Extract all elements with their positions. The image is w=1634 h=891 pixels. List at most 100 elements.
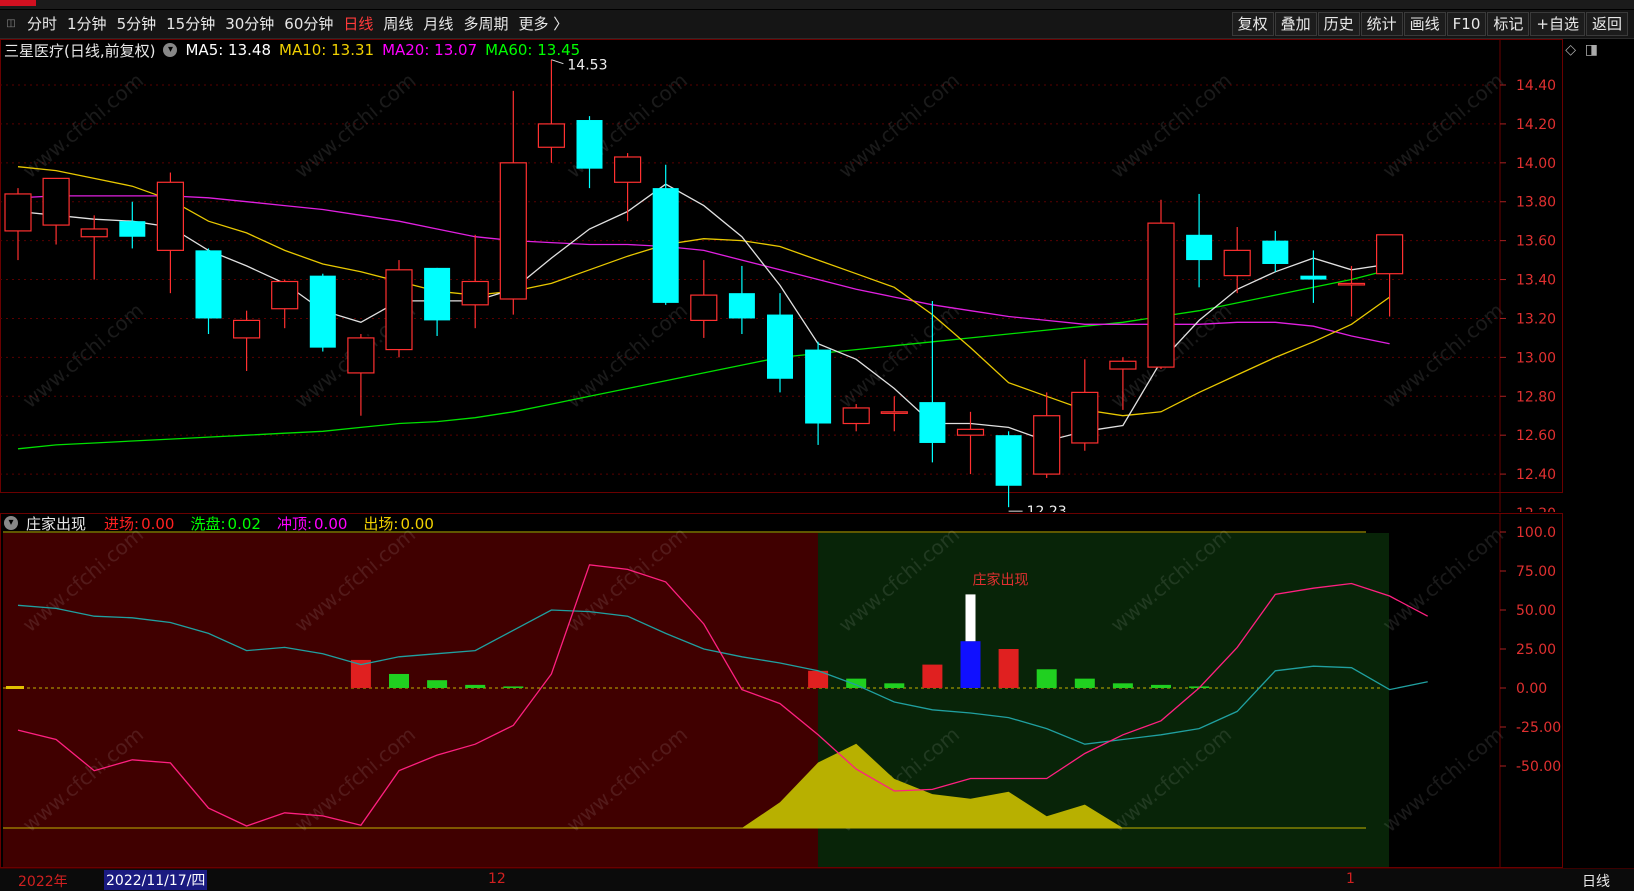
signal-bar: [965, 594, 976, 642]
main-legend: 三星医疗(日线,前复权) ▾ MA5: 13.48 MA10: 13.31 MA20…: [4, 39, 596, 61]
tool-button-4[interactable]: 画线: [1403, 12, 1446, 36]
candle: [842, 404, 870, 432]
candlestick-chart[interactable]: 14.40 14.20 14.00 13.80 13.60 13.40 13.20 13.00…: [0, 39, 1634, 512]
low-marker-label: 12.23: [1027, 504, 1067, 512]
tool-button-0[interactable]: 复权: [1231, 12, 1274, 36]
candle: [195, 248, 222, 335]
tool-button-2[interactable]: 历史: [1317, 12, 1360, 36]
price-tick-label: 13.80: [1516, 195, 1556, 211]
price-tick-label: 12.60: [1516, 428, 1556, 444]
diamond-icon[interactable]: ◇: [1565, 42, 1576, 58]
period-tab-10[interactable]: 更多 〉: [513, 10, 573, 38]
sub-legend-value-2: 0.00: [314, 514, 348, 533]
indicator-bar: [998, 649, 1019, 688]
indicator-chart[interactable]: 100.0 75.00 50.00 25.00 0.00 -25.00 -50.00 www.…: [0, 513, 1634, 868]
candle: [4, 188, 32, 261]
candle: [613, 153, 642, 222]
tool-button-1[interactable]: 叠加: [1274, 12, 1317, 36]
app-menu-button[interactable]: [0, 0, 36, 6]
tool-button-5[interactable]: F10: [1446, 12, 1487, 36]
sub-legend-label-1: 洗盘:: [190, 514, 226, 533]
sub-tick-label: 100.0: [1516, 525, 1556, 541]
period-tab-8[interactable]: 月线: [418, 10, 458, 38]
watermark-text: www.cfchi.com: [1378, 298, 1508, 413]
candle: [347, 334, 375, 416]
indicator-bar: [922, 664, 943, 688]
ma-label-0: MA5: 13.48: [185, 41, 271, 59]
price-tick-label: 12.20: [1516, 506, 1556, 512]
month-label-12: 12: [488, 871, 506, 887]
sub-legend-value-3: 0.00: [400, 514, 434, 533]
candle: [995, 431, 1022, 508]
signal-label: 庄家出现: [973, 571, 1029, 588]
candle-body: [1262, 240, 1289, 264]
candle: [119, 201, 146, 249]
candle: [880, 396, 908, 432]
candle: [424, 267, 451, 336]
sub-legend-value-1: 0.02: [227, 514, 261, 533]
price-tick-label: 14.20: [1516, 117, 1556, 133]
price-tick-label: 12.40: [1516, 467, 1556, 483]
period-tab-4[interactable]: 30分钟: [220, 10, 279, 38]
tool-button-7[interactable]: +自选: [1530, 12, 1585, 36]
candle-body: [1109, 360, 1137, 370]
candle-body: [119, 221, 146, 237]
watermark-text: www.cfchi.com: [834, 298, 964, 413]
period-tab-6[interactable]: 日线: [338, 10, 378, 38]
candle-body: [537, 123, 566, 148]
period-tab-2[interactable]: 5分钟: [112, 10, 162, 38]
sub-settings-icon[interactable]: ▾: [4, 516, 18, 530]
period-tab-0[interactable]: 分时: [22, 10, 62, 38]
candle-body: [613, 156, 642, 183]
sub-legend-label-3: 出场:: [363, 514, 399, 533]
period-tab-7[interactable]: 周线: [378, 10, 418, 38]
candle: [1147, 199, 1175, 370]
tool-button-3[interactable]: 统计: [1360, 12, 1403, 36]
candle: [1071, 359, 1099, 451]
candle: [42, 177, 70, 245]
candle-body: [156, 181, 184, 251]
candle-body: [880, 411, 908, 414]
candle: [156, 172, 184, 294]
period-label[interactable]: 日线: [1582, 871, 1610, 891]
indicator-bar: [503, 686, 524, 688]
panel-toggle-icon[interactable]: ◨: [1585, 42, 1598, 58]
period-tab-5[interactable]: 60分钟: [279, 10, 338, 38]
tool-button-8[interactable]: 返回: [1585, 12, 1628, 36]
candle: [271, 279, 299, 329]
indicator-settings-icon[interactable]: ▾: [163, 43, 178, 57]
period-tab-3[interactable]: 15分钟: [161, 10, 220, 38]
tool-button-6[interactable]: 标记: [1487, 12, 1530, 36]
candle-body: [1033, 415, 1061, 475]
time-axis-bar: 2022年 2022/11/17/四 12 1 日线: [0, 868, 1634, 891]
price-tick-label: 13.00: [1516, 350, 1556, 366]
sub-tick-label: 50.00: [1516, 603, 1556, 619]
indicator-bar: [1112, 683, 1133, 688]
period-tab-9[interactable]: 多周期: [458, 10, 513, 38]
candle-body: [309, 275, 336, 348]
candle: [1033, 392, 1061, 478]
candle-body: [80, 228, 108, 238]
period-tab-1[interactable]: 1分钟: [62, 10, 112, 38]
candle-body: [42, 177, 70, 226]
month-label-1: 1: [1346, 871, 1355, 887]
candle-body: [424, 267, 451, 321]
candle-body: [1337, 282, 1366, 286]
candle: [1300, 250, 1327, 303]
sub-tick-label: -50.00: [1516, 759, 1561, 775]
toolbar-grip-icon[interactable]: ◫: [0, 10, 22, 38]
candle-body: [385, 269, 413, 351]
indicator-bar: [389, 673, 409, 688]
candle-body: [690, 294, 718, 322]
candle-body: [919, 402, 946, 443]
sub-tick-label: 25.00: [1516, 642, 1556, 658]
price-tick-label: 14.00: [1516, 156, 1556, 172]
candle: [767, 293, 793, 393]
candle: [690, 260, 718, 338]
candle: [80, 215, 108, 280]
sub-legend-label-2: 冲顶:: [276, 514, 313, 533]
candle-body: [576, 120, 603, 169]
candle-body: [1147, 222, 1175, 368]
sub-tick-label: 75.00: [1516, 564, 1556, 580]
candle: [728, 265, 755, 335]
